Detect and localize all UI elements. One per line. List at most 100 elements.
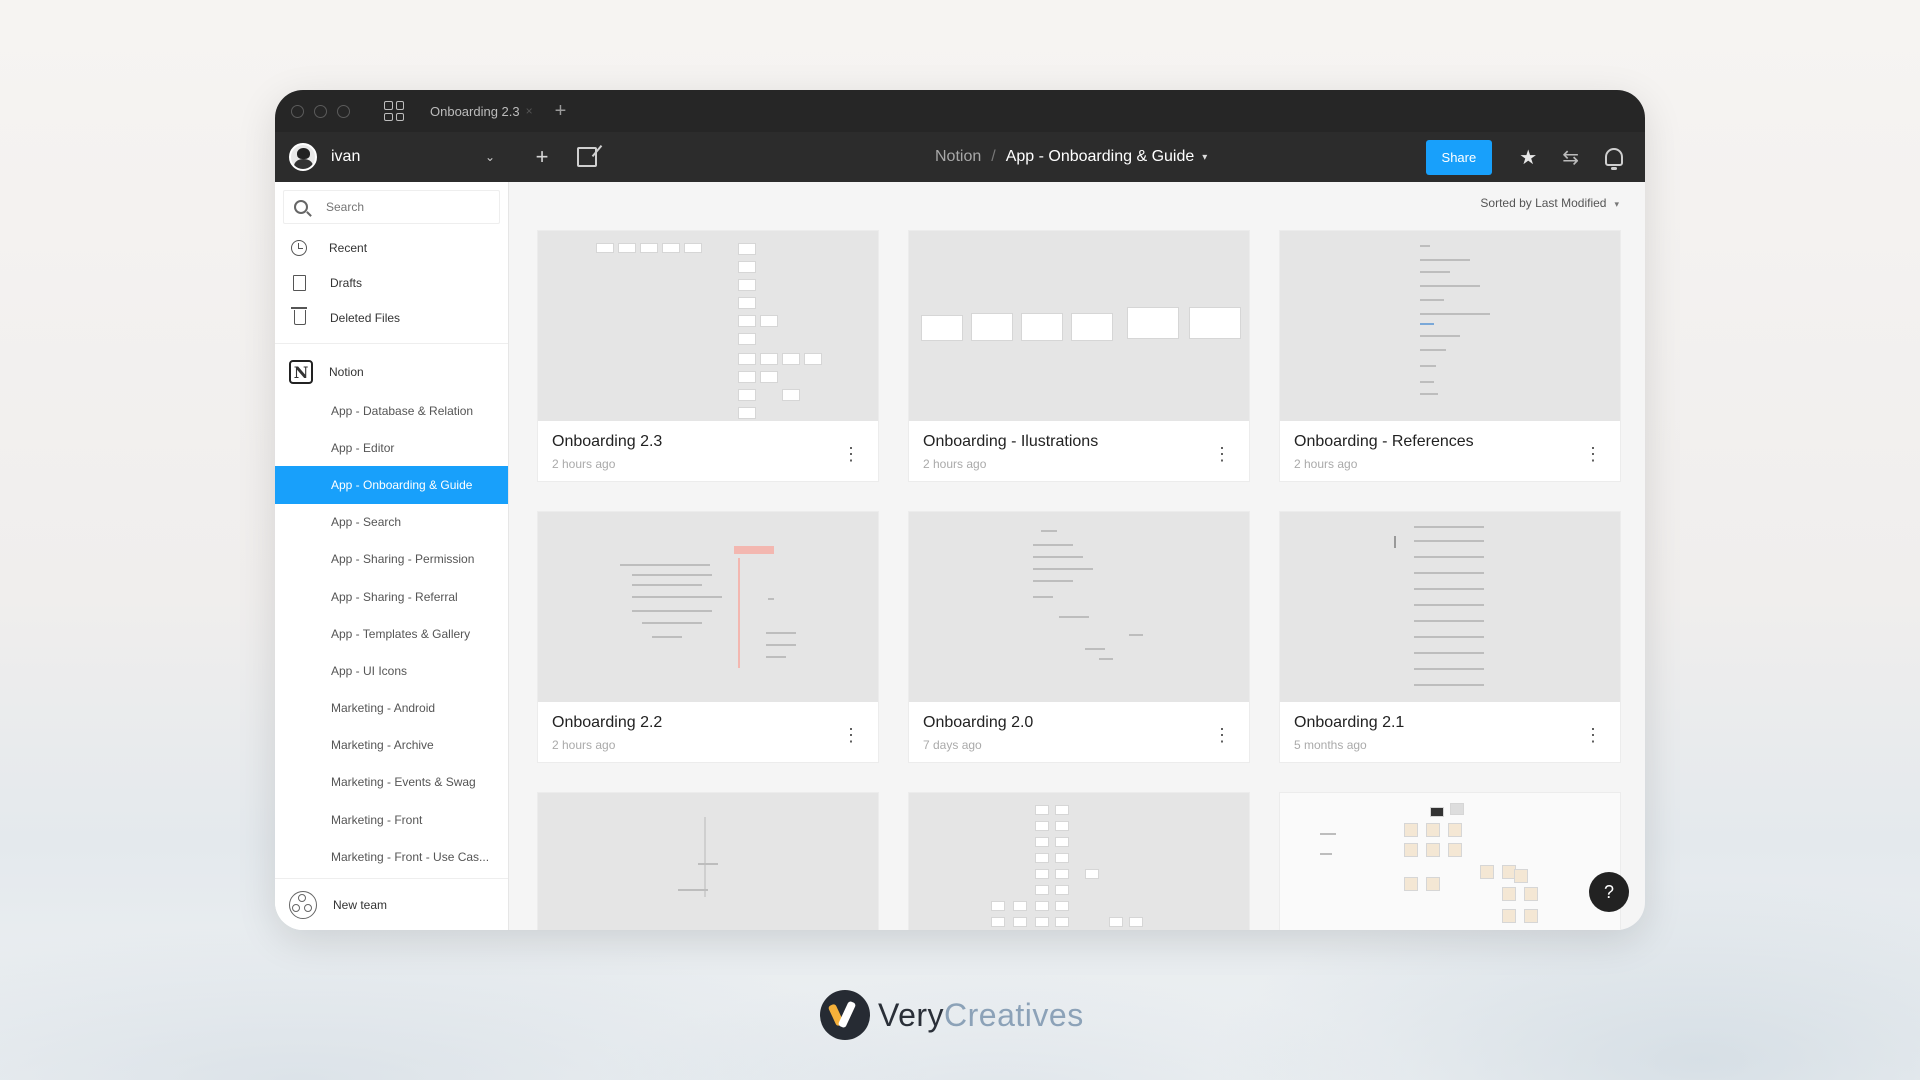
file-modified-time: 2 hours ago xyxy=(1294,457,1358,471)
tab-close-icon[interactable]: × xyxy=(526,104,533,118)
file-card[interactable] xyxy=(908,792,1250,930)
more-options-icon[interactable]: ⋮ xyxy=(1213,726,1231,744)
breadcrumb-separator: / xyxy=(991,148,996,165)
user-name: ivan xyxy=(331,148,361,165)
more-options-icon[interactable]: ⋮ xyxy=(1213,445,1231,463)
file-thumbnail xyxy=(909,793,1249,930)
file-browser: Sorted by Last Modified ▾ Onboarding 2.3… xyxy=(509,182,1645,930)
import-icon[interactable] xyxy=(577,147,597,167)
avatar xyxy=(289,143,317,171)
sidebar-item-label: Drafts xyxy=(330,275,363,290)
team-name: Notion xyxy=(329,365,364,379)
sidebar: Recent Drafts Deleted Files N Notion App… xyxy=(275,182,509,930)
star-icon[interactable]: ★ xyxy=(1516,145,1540,170)
file-card[interactable] xyxy=(537,792,879,930)
file-grid: Onboarding 2.3 2 hours ago ⋮ Onboarding … xyxy=(537,230,1621,930)
toolbar: ivan ⌄ + Notion / App - Onboarding & Gui… xyxy=(275,132,1645,182)
breadcrumb-project[interactable]: App - Onboarding & Guide xyxy=(1006,148,1195,166)
sidebar-team-notion[interactable]: N Notion xyxy=(275,352,508,392)
breadcrumb-team[interactable]: Notion xyxy=(935,148,981,166)
sidebar-item-drafts[interactable]: Drafts xyxy=(275,265,508,300)
new-file-button[interactable]: + xyxy=(529,146,555,168)
more-options-icon[interactable]: ⋮ xyxy=(842,445,860,463)
sort-label: Sorted by Last Modified xyxy=(1480,196,1607,210)
file-title: Onboarding 2.1 xyxy=(1294,714,1405,731)
file-thumbnail xyxy=(1280,512,1620,702)
verycreatives-logo-icon xyxy=(820,990,870,1040)
file-card[interactable]: Onboarding 2.3 2 hours ago ⋮ xyxy=(537,230,879,482)
search-box[interactable] xyxy=(283,190,500,224)
sidebar-project[interactable]: App - Search xyxy=(275,504,508,541)
new-team-button[interactable]: New team xyxy=(275,878,508,930)
file-card[interactable]: Onboarding 2.2 2 hours ago ⋮ xyxy=(537,511,879,763)
sidebar-project[interactable]: App - Database & Relation xyxy=(275,392,508,429)
search-icon xyxy=(294,200,308,214)
title-bar: Onboarding 2.3 × + xyxy=(275,90,1645,132)
help-button[interactable]: ? xyxy=(1589,872,1629,912)
sidebar-project[interactable]: Marketing - Archive xyxy=(275,727,508,764)
close-window-button[interactable] xyxy=(291,104,304,118)
sort-dropdown[interactable]: Sorted by Last Modified ▾ xyxy=(1480,196,1619,210)
minimize-window-button[interactable] xyxy=(314,104,327,118)
breadcrumb: Notion / App - Onboarding & Guide ▾ xyxy=(935,132,1207,182)
brand-wordmark: VeryCreatives xyxy=(878,996,1084,1033)
file-card[interactable] xyxy=(1279,792,1621,930)
new-tab-button[interactable]: + xyxy=(555,101,567,121)
file-modified-time: 2 hours ago xyxy=(552,738,616,752)
chevron-down-icon[interactable]: ▾ xyxy=(1202,152,1207,163)
tab-onboarding[interactable]: Onboarding 2.3 xyxy=(430,104,520,119)
account-switcher[interactable]: ivan ⌄ xyxy=(275,132,509,182)
file-thumbnail xyxy=(909,231,1249,421)
maximize-window-button[interactable] xyxy=(337,104,350,118)
sidebar-item-deleted-files[interactable]: Deleted Files xyxy=(275,300,508,335)
bell-icon[interactable] xyxy=(1605,148,1623,170)
file-title: Onboarding - References xyxy=(1294,433,1474,450)
content-area: Recent Drafts Deleted Files N Notion App… xyxy=(275,182,1645,930)
file-thumbnail xyxy=(1280,793,1620,930)
swap-icon[interactable]: ⇆ xyxy=(1562,145,1579,170)
more-options-icon[interactable]: ⋮ xyxy=(1584,445,1602,463)
sidebar-project[interactable]: App - UI Icons xyxy=(275,652,508,689)
file-thumbnail xyxy=(538,793,878,930)
chevron-down-icon: ⌄ xyxy=(484,150,495,164)
sidebar-project[interactable]: App - Sharing - Permission xyxy=(275,541,508,578)
file-title: Onboarding 2.0 xyxy=(923,714,1034,731)
sidebar-project[interactable]: App - Sharing - Referral xyxy=(275,578,508,615)
chevron-down-icon: ▾ xyxy=(1614,199,1619,209)
file-modified-time: 2 hours ago xyxy=(552,457,616,471)
file-card[interactable]: Onboarding - References 2 hours ago ⋮ xyxy=(1279,230,1621,482)
sidebar-project[interactable]: Marketing - Front - Use Cas... xyxy=(275,838,508,875)
share-button[interactable]: Share xyxy=(1425,139,1493,175)
file-title: Onboarding - Ilustrations xyxy=(923,433,1099,450)
notion-logo-icon: N xyxy=(289,360,313,384)
team-icon xyxy=(289,890,317,919)
file-title: Onboarding 2.3 xyxy=(552,433,663,450)
app-window: Onboarding 2.3 × + ivan ⌄ + Notion / App… xyxy=(275,90,1645,930)
sidebar-item-label: Recent xyxy=(329,240,368,255)
sidebar-project-active[interactable]: App - Onboarding & Guide xyxy=(275,466,508,504)
file-modified-time: 2 hours ago xyxy=(923,457,987,471)
more-options-icon[interactable]: ⋮ xyxy=(842,726,860,744)
sidebar-project[interactable]: Marketing - Android xyxy=(275,690,508,727)
sidebar-project[interactable]: Marketing - Events & Swag xyxy=(275,764,508,801)
new-team-label: New team xyxy=(333,897,388,912)
sidebar-project[interactable]: App - Editor xyxy=(275,429,508,466)
more-options-icon[interactable]: ⋮ xyxy=(1584,726,1602,744)
file-title: Onboarding 2.2 xyxy=(552,714,663,731)
sidebar-item-recent[interactable]: Recent xyxy=(275,230,508,265)
file-modified-time: 5 months ago xyxy=(1294,738,1367,752)
sidebar-project[interactable]: Marketing - Front xyxy=(275,801,508,838)
file-thumbnail xyxy=(538,512,878,702)
search-input[interactable] xyxy=(326,200,476,214)
file-modified-time: 7 days ago xyxy=(923,738,982,752)
file-card[interactable]: Onboarding - Ilustrations 2 hours ago ⋮ xyxy=(908,230,1250,482)
file-card[interactable]: Onboarding 2.1 5 months ago ⋮ xyxy=(1279,511,1621,763)
verycreatives-logo: VeryCreatives xyxy=(820,990,1084,1040)
file-thumbnail xyxy=(909,512,1249,702)
file-thumbnail xyxy=(538,231,878,421)
file-thumbnail xyxy=(1280,231,1620,421)
sidebar-project[interactable]: App - Templates & Gallery xyxy=(275,615,508,652)
file-browser-icon[interactable] xyxy=(384,101,404,121)
window-controls xyxy=(291,104,350,118)
file-card[interactable]: Onboarding 2.0 7 days ago ⋮ xyxy=(908,511,1250,763)
